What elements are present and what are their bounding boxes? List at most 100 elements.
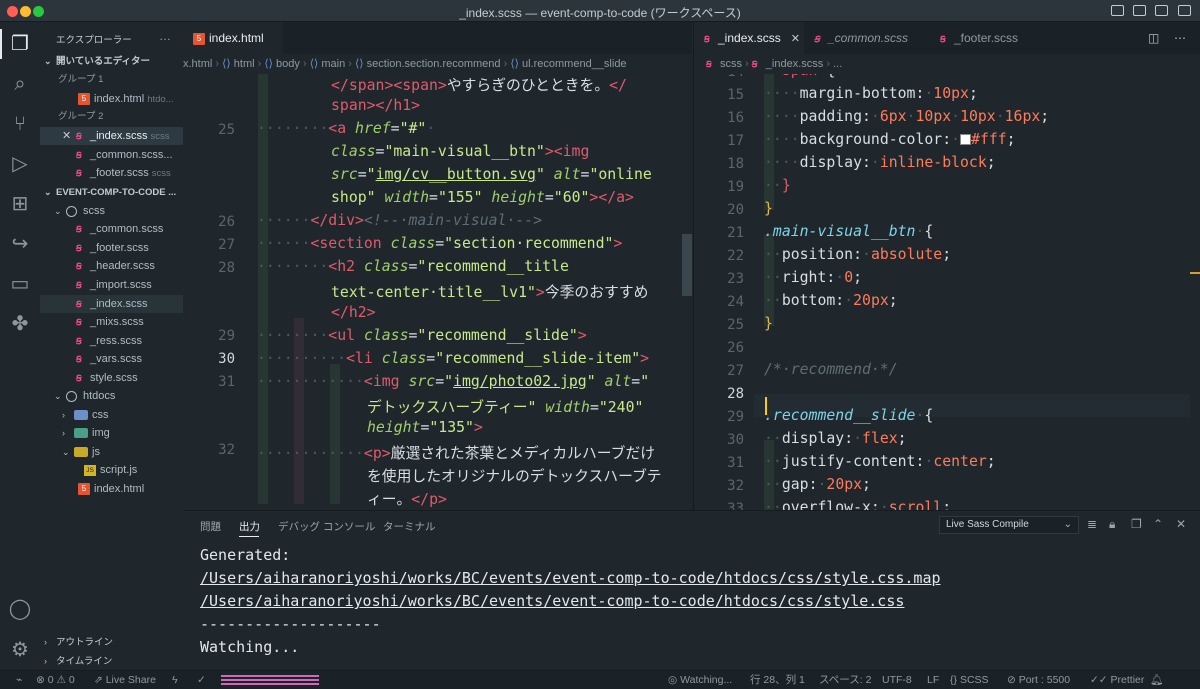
sass-watching-status[interactable]: ◎ Watching... — [668, 671, 732, 689]
breadcrumb-item[interactable]: x.html — [183, 58, 212, 70]
tab-problems[interactable]: 問題 — [200, 519, 221, 534]
folder-htdocs[interactable]: ⌄ htdocs — [40, 387, 183, 405]
close-panel-icon[interactable]: ✕ — [1176, 517, 1186, 531]
close-tab-icon[interactable]: ✕ — [791, 33, 800, 45]
explorer-icon[interactable]: ❐ — [8, 32, 32, 56]
tab-footer-scss[interactable]: ꞩ _footer.scss — [930, 22, 1050, 54]
tab-terminal[interactable]: ターミナル — [383, 519, 436, 534]
lightning-icon[interactable]: ϟ — [172, 671, 178, 689]
settings-gear-icon[interactable]: ⚙ — [8, 638, 32, 662]
sass-file-icon: ꞩ — [706, 58, 712, 70]
code-area[interactable]: 14 15 16 17 18 19 20 21 22 23 24 25 26 2… — [694, 74, 1200, 510]
prettier-status[interactable]: ✓✓ Prettier — [1090, 671, 1144, 689]
more-actions-button[interactable]: … — [159, 29, 171, 43]
live-share-icon[interactable]: ↪ — [8, 232, 32, 256]
output-link[interactable]: /Users/aiharanoriyoshi/works/BC/events/e… — [200, 569, 941, 587]
file-index-html[interactable]: 5 index.html — [40, 480, 183, 498]
html-file-icon: 5 — [78, 483, 90, 496]
language-status[interactable]: {} SCSS — [950, 671, 989, 689]
accounts-icon[interactable]: ◯ — [8, 597, 32, 621]
tab-debug-console[interactable]: デバッグ コンソール — [278, 519, 375, 534]
output-channel-select[interactable]: Live Sass Compile ⌄ — [939, 516, 1079, 534]
run-debug-icon[interactable]: ▷ — [8, 152, 32, 176]
breadcrumb-item[interactable]: _index.scss — [766, 58, 823, 70]
line-number: 26 — [218, 214, 235, 230]
timeline-section[interactable]: › タイムライン — [40, 652, 183, 670]
maximize-panel-icon[interactable]: ⌃ — [1153, 517, 1163, 531]
tab-index-scss[interactable]: ꞩ _index.scss ✕ — [694, 22, 804, 54]
line-number: 25 — [218, 122, 235, 138]
folder-img[interactable]: › img — [40, 424, 183, 442]
tab-index-html[interactable]: 5 index.html — [183, 22, 283, 54]
toggle-sidebar-icon[interactable] — [1111, 5, 1124, 16]
lock-scroll-icon[interactable]: 🔒︎ — [1109, 517, 1115, 532]
tab-output[interactable]: 出力 — [239, 519, 260, 534]
file-ress-scss[interactable]: ꞩ _ress.scss — [40, 332, 183, 350]
problems-status[interactable]: ⊗ 0 ⚠ 0 — [36, 671, 75, 689]
breadcrumb-item[interactable]: section.section.recommend — [367, 58, 501, 70]
remote-indicator-icon[interactable]: ⌁ — [16, 671, 22, 689]
indentation-status[interactable]: スペース: 2 — [819, 671, 871, 689]
tab-common-scss[interactable]: ꞩ _common.scss — [804, 22, 929, 54]
status-bar: ⌁ ⊗ 0 ⚠ 0 ⇗ Live Share ϟ ✓ ◎ Watching...… — [0, 670, 1200, 689]
editor-more-icon[interactable]: ⋯ — [1174, 22, 1186, 54]
toggle-secondary-sidebar-icon[interactable] — [1155, 5, 1168, 16]
folder-js[interactable]: ⌄ js — [40, 443, 183, 461]
left-scrollbar-thumb[interactable] — [682, 234, 692, 296]
live-share-status[interactable]: ⇗ Live Share — [94, 671, 156, 689]
file-common-scss[interactable]: ꞩ _common.scss — [40, 220, 183, 238]
breadcrumb-item[interactable]: body — [276, 58, 300, 70]
open-editor-index-html[interactable]: 5 index.html htdo... — [40, 90, 183, 108]
split-editor-icon[interactable]: ◫ — [1148, 22, 1159, 54]
file-footer-scss[interactable]: ꞩ _footer.scss — [40, 239, 183, 257]
folder-scss[interactable]: ⌄ scss — [40, 202, 183, 220]
figma-icon[interactable]: ✤ — [8, 312, 32, 336]
file-style-scss[interactable]: ꞩ style.scss — [40, 369, 183, 387]
clear-output-icon[interactable]: ≣ — [1087, 517, 1097, 531]
line-number: 31 — [218, 374, 235, 390]
check-icon[interactable]: ✓ — [197, 671, 206, 689]
code-line: を使用したオリジナルのデトックスハーブテ — [367, 468, 662, 485]
workspace-section[interactable]: ⌄ EVENT-COMP-TO-CODE ... — [40, 183, 183, 201]
encoding-status[interactable]: UTF-8 — [882, 671, 912, 689]
file-mixs-scss[interactable]: ꞩ _mixs.scss — [40, 313, 183, 331]
notifications-bell-icon[interactable]: 🔔︎ — [1150, 671, 1163, 689]
open-editor-icon[interactable]: ❐ — [1131, 517, 1142, 531]
eol-status[interactable]: LF — [927, 671, 939, 689]
line-number: 23 — [727, 271, 744, 287]
live-server-port[interactable]: ⊘ Port : 5500 — [1007, 671, 1070, 689]
close-editor-icon[interactable]: ✕ — [62, 127, 76, 145]
breadcrumb-item[interactable]: ... — [833, 58, 842, 70]
code-line: ··bottom:·20px; — [764, 292, 898, 309]
code-area[interactable]: 25 26 27 28 29 30 31 32 </span><span>やすら… — [183, 74, 692, 510]
customize-layout-icon[interactable] — [1178, 5, 1191, 16]
html-file-icon: 5 — [193, 32, 205, 45]
file-header-scss[interactable]: ꞩ _header.scss — [40, 257, 183, 275]
breadcrumb: x.html › ⟨⟩ html › ⟨⟩ body › ⟨⟩ main › ⟨… — [183, 58, 627, 70]
breadcrumb-item[interactable]: ul.recommend__slide — [522, 58, 627, 70]
outline-section[interactable]: › アウトライン — [40, 633, 183, 651]
source-control-icon[interactable]: ⑂ — [8, 112, 32, 136]
breadcrumb-item[interactable]: scss — [720, 58, 742, 70]
remote-explorer-icon[interactable]: ▭ — [8, 272, 32, 296]
folder-css[interactable]: › css — [40, 406, 183, 424]
breadcrumb-item[interactable]: main — [321, 58, 345, 70]
cursor-position[interactable]: 行 28、列 1 — [750, 671, 805, 689]
toggle-panel-icon[interactable] — [1133, 5, 1146, 16]
open-editors-section[interactable]: ⌄ 開いているエディター — [40, 52, 183, 70]
file-import-scss[interactable]: ꞩ _import.scss — [40, 276, 183, 294]
sass-file-icon: ꞩ — [76, 372, 82, 384]
activity-bar: ❐ ⌕ ⑂ ▷ ⊞ ↪ ▭ ✤ ◯ ⚙ — [0, 22, 40, 670]
search-icon[interactable]: ⌕ — [8, 72, 32, 96]
file-vars-scss[interactable]: ꞩ _vars.scss — [40, 350, 183, 368]
file-script-js[interactable]: JS script.js — [40, 461, 183, 479]
open-editor-common-scss[interactable]: ꞩ _common.scss... — [40, 146, 183, 164]
open-editor-footer-scss[interactable]: ꞩ _footer.scss scss — [40, 164, 183, 182]
extensions-icon[interactable]: ⊞ — [8, 192, 32, 216]
sass-file-icon: ꞩ — [704, 33, 710, 45]
output-link[interactable]: /Users/aiharanoriyoshi/works/BC/events/e… — [200, 592, 904, 610]
file-index-scss[interactable]: ꞩ _index.scss — [40, 295, 183, 313]
breadcrumb-item[interactable]: html — [234, 58, 255, 70]
code-line: ······</div><!--·main-visual·--> — [257, 212, 543, 229]
open-editor-index-scss[interactable]: ✕ ꞩ _index.scss scss — [40, 127, 183, 145]
